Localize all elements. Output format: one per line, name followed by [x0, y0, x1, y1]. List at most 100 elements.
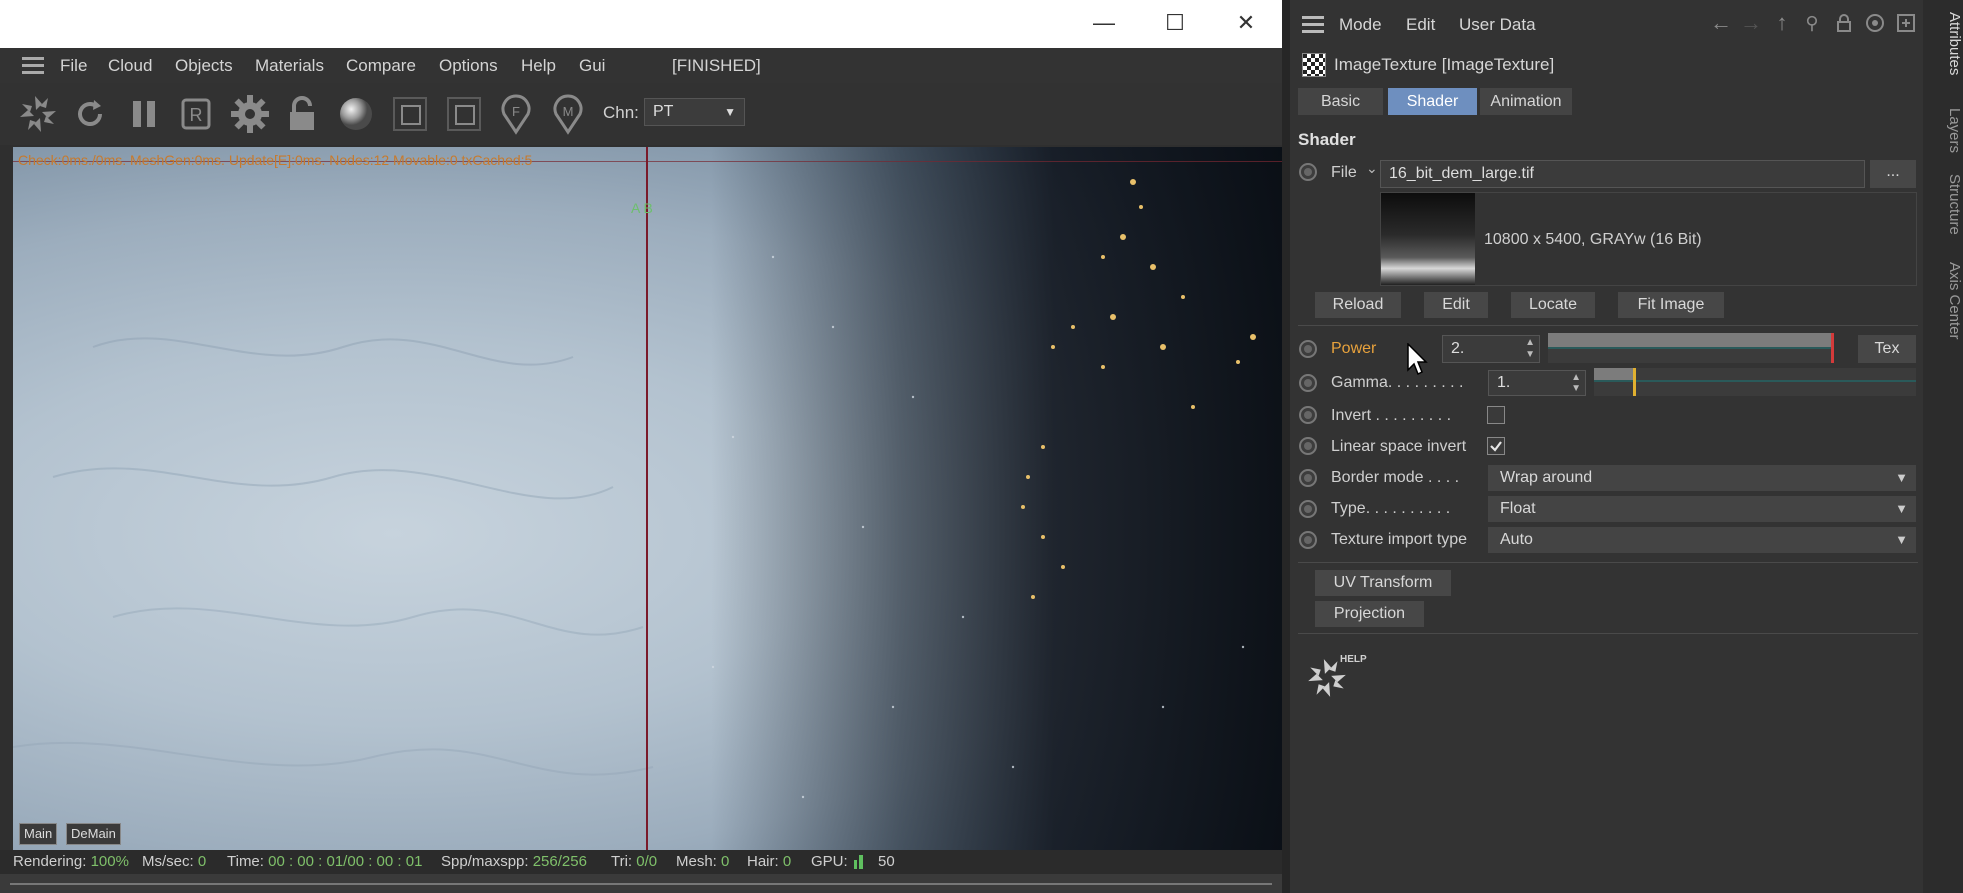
- pin-f-icon[interactable]: F: [494, 92, 538, 136]
- chevron-down-icon: ▼: [1895, 470, 1908, 485]
- file-keyframe-radio[interactable]: [1299, 163, 1317, 181]
- mesh-label: Mesh:: [676, 853, 717, 870]
- menu-gui[interactable]: Gui: [579, 48, 605, 83]
- side-tab-attributes[interactable]: Attributes: [1923, 12, 1963, 92]
- power-slider[interactable]: [1548, 333, 1834, 363]
- menu-objects[interactable]: Objects: [175, 48, 233, 83]
- mssec-label: Ms/sec:: [142, 853, 194, 870]
- search-icon[interactable]: ⚲: [1801, 12, 1823, 34]
- panel-divider[interactable]: [1282, 0, 1290, 893]
- pause-icon[interactable]: [122, 92, 166, 136]
- channel-select[interactable]: PT ▼: [644, 98, 745, 126]
- material-ball-icon[interactable]: [334, 92, 378, 136]
- attr-menu-user-data[interactable]: User Data: [1459, 15, 1536, 35]
- refresh-icon[interactable]: [68, 92, 112, 136]
- power-slider-thumb[interactable]: [1831, 333, 1834, 363]
- menu-file[interactable]: File: [60, 48, 87, 83]
- type-keyframe-radio[interactable]: [1299, 500, 1317, 518]
- time-label: Time:: [227, 853, 264, 870]
- import-keyframe-radio[interactable]: [1299, 531, 1317, 549]
- viewport-tab-demain[interactable]: DeMain: [66, 823, 121, 845]
- gamma-keyframe-radio[interactable]: [1299, 374, 1317, 392]
- attr-menu-edit[interactable]: Edit: [1406, 15, 1435, 35]
- gpu-label: GPU:: [811, 853, 848, 870]
- browse-file-button[interactable]: ...: [1870, 160, 1916, 188]
- side-tab-axis-center[interactable]: Axis Center: [1923, 262, 1963, 352]
- stepper-icon[interactable]: ▲ ▼: [1571, 372, 1581, 394]
- power-slider-track: [1548, 347, 1834, 349]
- new-panel-icon[interactable]: [1895, 12, 1917, 34]
- border-mode-value: Wrap around: [1500, 469, 1593, 486]
- attributes-menu-icon[interactable]: [1302, 16, 1324, 33]
- file-path-input[interactable]: 16_bit_dem_large.tif: [1380, 160, 1865, 188]
- tab-shader[interactable]: Shader: [1388, 88, 1477, 115]
- texture-import-type-select[interactable]: Auto ▼: [1488, 527, 1916, 553]
- time-value: 00 : 00 : 01/00 : 00 : 01: [268, 853, 423, 870]
- uv-transform-button[interactable]: UV Transform: [1315, 570, 1451, 596]
- region-icon[interactable]: R: [174, 92, 218, 136]
- gamma-slider[interactable]: [1594, 368, 1916, 396]
- tab-basic[interactable]: Basic: [1298, 88, 1383, 115]
- fit-image-button[interactable]: Fit Image: [1618, 292, 1724, 318]
- lock-icon[interactable]: [1833, 12, 1855, 34]
- arrow-right-icon[interactable]: →: [1740, 12, 1762, 34]
- help-label: HELP: [1340, 654, 1367, 665]
- svg-text:R: R: [190, 105, 203, 125]
- render-status: [FINISHED]: [672, 56, 761, 75]
- gamma-input[interactable]: 1. ▲ ▼: [1488, 370, 1586, 396]
- power-input[interactable]: 2. ▲ ▼: [1442, 335, 1540, 363]
- chevron-down-icon[interactable]: ⌄: [1366, 160, 1378, 177]
- projection-button[interactable]: Projection: [1315, 601, 1424, 627]
- gamma-value: 1.: [1497, 374, 1511, 391]
- edit-button[interactable]: Edit: [1424, 292, 1488, 318]
- menu-options[interactable]: Options: [439, 48, 498, 83]
- svg-text:M: M: [563, 104, 574, 119]
- frame-icon[interactable]: [388, 92, 432, 136]
- menu-cloud[interactable]: Cloud: [108, 48, 152, 83]
- close-icon[interactable]: ✕: [1228, 8, 1264, 38]
- locate-button[interactable]: Locate: [1511, 292, 1595, 318]
- attr-menu-mode[interactable]: Mode: [1339, 15, 1382, 35]
- separator: [1298, 562, 1918, 563]
- menubar: File Cloud Objects Materials Compare Opt…: [0, 48, 1282, 83]
- target-icon[interactable]: [1864, 12, 1886, 34]
- invert-keyframe-radio[interactable]: [1299, 406, 1317, 424]
- linear-keyframe-radio[interactable]: [1299, 437, 1317, 455]
- compare-split-line[interactable]: [646, 147, 648, 850]
- menu-help[interactable]: Help: [521, 48, 556, 83]
- maximize-icon[interactable]: ☐: [1157, 8, 1193, 38]
- linear-space-invert-checkbox[interactable]: [1487, 437, 1505, 455]
- invert-checkbox[interactable]: [1487, 406, 1505, 424]
- viewport-tab-main[interactable]: Main: [19, 823, 58, 845]
- power-keyframe-radio[interactable]: [1299, 340, 1317, 358]
- arrow-up-icon[interactable]: ↑: [1771, 12, 1793, 34]
- minimize-icon[interactable]: —: [1086, 8, 1122, 38]
- menu-compare[interactable]: Compare: [346, 48, 416, 83]
- type-select[interactable]: Float ▼: [1488, 496, 1916, 522]
- reload-button[interactable]: Reload: [1315, 292, 1401, 318]
- hamburger-menu-icon[interactable]: [22, 57, 44, 74]
- border-keyframe-radio[interactable]: [1299, 469, 1317, 487]
- frame-alt-icon[interactable]: [442, 92, 486, 136]
- menu-materials[interactable]: Materials: [255, 48, 324, 83]
- tri-value: 0/0: [636, 853, 658, 870]
- arrow-left-icon[interactable]: ←: [1710, 12, 1732, 34]
- pin-m-icon[interactable]: M: [546, 92, 590, 136]
- linear-space-invert-label: Linear space invert: [1331, 438, 1467, 455]
- gamma-label: Gamma. . . . . . . . .: [1331, 374, 1464, 391]
- horizontal-scrollbar[interactable]: [0, 874, 1282, 893]
- chevron-down-icon: ▼: [1895, 532, 1908, 547]
- stepper-icon[interactable]: ▲ ▼: [1525, 337, 1535, 361]
- power-slider-fill: [1548, 333, 1831, 347]
- side-tab-structure[interactable]: Structure: [1923, 174, 1963, 248]
- settings-gear-icon[interactable]: [228, 92, 272, 136]
- gamma-slider-thumb[interactable]: [1632, 368, 1636, 396]
- border-mode-select[interactable]: Wrap around ▼: [1488, 465, 1916, 491]
- lock-icon[interactable]: [280, 92, 324, 136]
- octane-logo-icon[interactable]: [16, 92, 60, 136]
- tex-button[interactable]: Tex: [1858, 335, 1916, 363]
- object-title: ImageTexture [ImageTexture]: [1334, 55, 1555, 74]
- chevron-down-icon: ▼: [724, 105, 736, 119]
- tab-animation[interactable]: Animation: [1480, 88, 1572, 115]
- side-tab-layers[interactable]: Layers: [1923, 108, 1963, 158]
